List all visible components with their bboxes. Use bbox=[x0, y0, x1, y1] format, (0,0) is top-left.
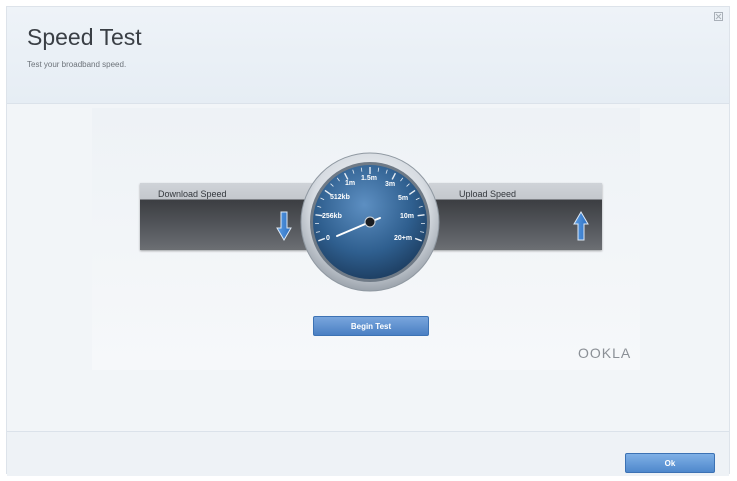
gauge-label-512kb: 512kb bbox=[330, 194, 350, 201]
gauge-label-1m: 1m bbox=[345, 180, 355, 187]
download-arrow-icon bbox=[276, 211, 292, 241]
gauge-label-20m: 20+m bbox=[394, 235, 412, 242]
upload-speed-label: Upload Speed bbox=[459, 189, 517, 199]
gauge-label-0: 0 bbox=[326, 235, 330, 242]
page-subtitle: Test your broadband speed. bbox=[27, 60, 127, 69]
gauge-label-256kb: 256kb bbox=[322, 213, 342, 220]
upload-arrow-icon bbox=[573, 211, 589, 241]
gauge-needle-hub bbox=[364, 216, 376, 228]
download-speed-bar: Download Speed bbox=[140, 183, 312, 250]
gauge-tick bbox=[417, 214, 425, 217]
upload-speed-bar: Upload Speed bbox=[429, 183, 602, 250]
close-icon[interactable] bbox=[714, 12, 723, 21]
dialog-header: Speed Test Test your broadband speed. bbox=[7, 7, 729, 104]
gauge-label-3m: 3m bbox=[385, 181, 395, 188]
gauge-label-1-5m: 1.5m bbox=[361, 175, 377, 182]
dialog-footer: Ok bbox=[7, 431, 729, 476]
gauge-label-5m: 5m bbox=[398, 195, 408, 202]
download-speed-label: Download Speed bbox=[158, 189, 227, 199]
ok-button[interactable]: Ok bbox=[625, 453, 715, 473]
page-title: Speed Test bbox=[27, 24, 142, 50]
speed-gauge: 0 256kb 512kb 1m 1.5m 3m 5m 10m 20+m bbox=[300, 152, 440, 292]
gauge-label-10m: 10m bbox=[400, 213, 414, 220]
begin-test-button[interactable]: Begin Test bbox=[313, 316, 429, 336]
ookla-logo: OOKLA bbox=[578, 345, 632, 361]
